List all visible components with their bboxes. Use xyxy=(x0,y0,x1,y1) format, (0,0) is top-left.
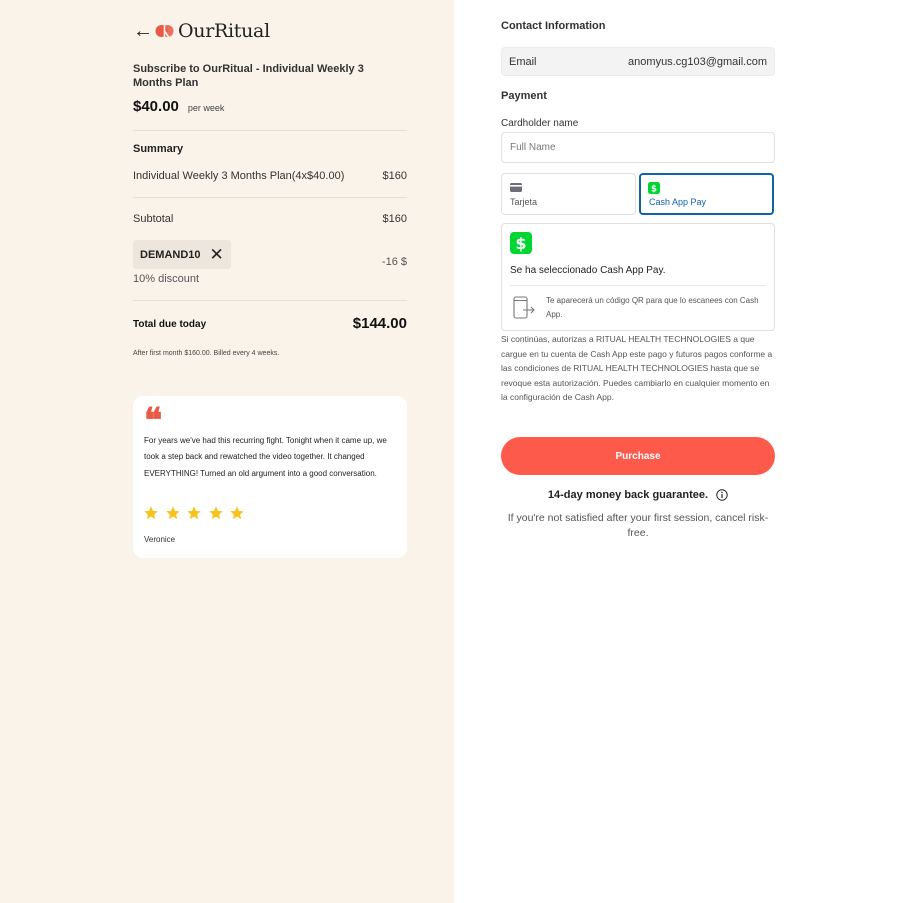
payment-method-card-label: Tarjeta xyxy=(510,197,538,207)
cash-app-icon: $ xyxy=(648,182,660,194)
star-icon xyxy=(144,506,158,520)
price-period: per week xyxy=(187,103,225,113)
remove-coupon-icon[interactable]: ✕ xyxy=(210,246,224,263)
brand-header: ← OurRitual xyxy=(133,20,270,42)
divider xyxy=(133,300,407,301)
discount-amount: -16 $ xyxy=(381,256,407,268)
purchase-button[interactable]: Purchase xyxy=(501,437,775,475)
cash-app-icon: $ xyxy=(510,232,532,254)
guarantee-subtext: If you're not satisfied after your first… xyxy=(507,512,769,539)
subtotal-label: Subtotal xyxy=(133,213,174,225)
discount-label: 10% discount xyxy=(133,273,200,285)
contact-info-title: Contact Information xyxy=(501,20,606,32)
payment-method-cashapp-label: Cash App Pay xyxy=(649,197,707,207)
star-icon xyxy=(187,506,201,520)
review-card: ❝ For years we've had this recurring fig… xyxy=(133,396,407,558)
payment-title: Payment xyxy=(501,90,547,102)
guarantee-row: 14-day money back guarantee. xyxy=(501,489,775,501)
svg-text:$: $ xyxy=(515,234,526,253)
billing-note: After first month $160.00. Billed every … xyxy=(133,350,280,357)
line-item-label: Individual Weekly 3 Months Plan(4x$40.00… xyxy=(133,170,345,182)
star-icon xyxy=(230,506,244,520)
payment-panel: Contact Information Email anomyus.cg103@… xyxy=(454,0,908,903)
card-icon xyxy=(510,183,522,192)
cash-app-qr-text: Te aparecerá un código QR para que lo es… xyxy=(546,296,759,319)
subtotal-row: Subtotal $160 xyxy=(133,213,407,225)
cardholder-label: Cardholder name xyxy=(501,118,579,129)
email-label: Email xyxy=(509,55,537,68)
divider xyxy=(133,197,407,198)
cardholder-name-input[interactable] xyxy=(501,132,775,163)
ourritual-logo-icon xyxy=(155,25,174,40)
price: $40.00 xyxy=(133,98,179,115)
email-field: Email anomyus.cg103@gmail.com xyxy=(501,47,775,76)
back-arrow-icon[interactable]: ← xyxy=(133,21,153,41)
cash-app-details: $ Se ha seleccionado Cash App Pay. Te ap… xyxy=(501,223,775,331)
subtotal-amount: $160 xyxy=(382,213,407,225)
divider xyxy=(133,130,407,131)
coupon-code: DEMAND10 xyxy=(140,248,201,261)
phone-redirect-icon xyxy=(513,296,535,319)
divider xyxy=(510,285,766,286)
coupon-chip: DEMAND10 ✕ xyxy=(133,240,231,269)
info-icon[interactable] xyxy=(716,489,728,501)
review-text: For years we've had this recurring fight… xyxy=(144,436,387,478)
svg-text:$: $ xyxy=(651,184,657,194)
total-amount: $144.00 xyxy=(352,315,407,332)
consent-text: Si continúas, autorizas a RITUAL HEALTH … xyxy=(501,334,773,402)
brand-name: OurRitual xyxy=(178,20,270,42)
summary-title: Summary xyxy=(133,143,184,155)
reviewer-name: Veronice xyxy=(144,535,176,544)
line-item-amount: $160 xyxy=(382,170,407,182)
cash-app-selected-text: Se ha seleccionado Cash App Pay. xyxy=(510,265,666,276)
email-value: anomyus.cg103@gmail.com xyxy=(628,55,767,68)
product-title: Subscribe to OurRitual - Individual Week… xyxy=(133,63,364,89)
payment-method-card[interactable]: Tarjeta xyxy=(501,173,636,215)
star-icon xyxy=(208,506,223,520)
line-item-plan: Individual Weekly 3 Months Plan(4x$40.00… xyxy=(133,170,407,182)
total-label: Total due today xyxy=(133,319,207,330)
star-icon xyxy=(165,506,180,520)
order-summary-panel: ← OurRitual Subscribe to OurRitual - Ind… xyxy=(0,0,454,903)
guarantee-title: 14-day money back guarantee. xyxy=(547,489,709,501)
star-rating xyxy=(143,505,251,521)
price-row: $40.00 per week xyxy=(133,98,224,115)
payment-method-cashapp[interactable]: $ Cash App Pay xyxy=(639,173,774,215)
